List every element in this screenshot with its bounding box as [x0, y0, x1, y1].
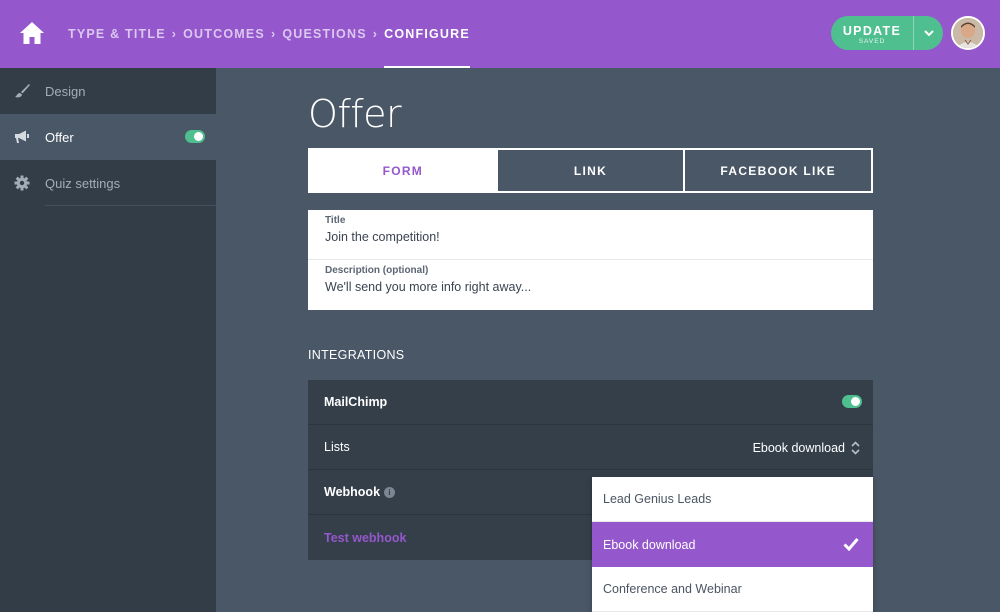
- breadcrumb: TYPE & TITLE › OUTCOMES › QUESTIONS › CO…: [68, 0, 470, 68]
- sidebar-item-label: Offer: [45, 129, 74, 145]
- breadcrumb-questions[interactable]: QUESTIONS: [282, 27, 366, 41]
- lists-selected-value: Ebook download: [752, 440, 845, 455]
- update-options-button[interactable]: [913, 16, 943, 50]
- webhook-label: Webhook: [324, 485, 381, 499]
- title-field[interactable]: Title Join the competition!: [308, 210, 873, 260]
- save-status-label: SAVED: [858, 38, 886, 45]
- breadcrumb-separator: ›: [171, 27, 178, 41]
- breadcrumb-separator: ›: [270, 27, 277, 41]
- description-field-value: We'll send you more info right away...: [325, 280, 532, 294]
- description-field-label: Description (optional): [325, 265, 429, 276]
- lists-select[interactable]: Ebook download: [753, 425, 860, 470]
- breadcrumb-type-title[interactable]: TYPE & TITLE: [68, 27, 166, 41]
- dropdown-option-selected[interactable]: Ebook download: [592, 522, 873, 567]
- home-icon[interactable]: [18, 19, 46, 47]
- sidebar-item-design[interactable]: Design: [0, 68, 216, 114]
- mailchimp-row: MailChimp: [308, 380, 873, 425]
- sidebar-item-quiz-settings[interactable]: Quiz settings: [0, 160, 216, 206]
- title-field-value: Join the competition!: [325, 230, 440, 244]
- dropdown-option-label: Lead Genius Leads: [603, 492, 712, 506]
- top-navigation-bar: TYPE & TITLE › OUTCOMES › QUESTIONS › CO…: [0, 0, 1000, 68]
- chevron-down-icon: [923, 29, 934, 36]
- tab-facebook-like[interactable]: FACEBOOK LIKE: [683, 150, 871, 191]
- tab-link[interactable]: LINK: [495, 150, 684, 191]
- dropdown-option-label: Ebook download: [603, 537, 696, 552]
- dropdown-option[interactable]: Conference and Webinar: [592, 567, 873, 612]
- lists-label: Lists: [324, 440, 350, 454]
- tab-form[interactable]: FORM: [310, 150, 496, 191]
- info-icon[interactable]: i: [384, 486, 396, 498]
- select-arrows-icon: [851, 440, 860, 455]
- breadcrumb-configure[interactable]: CONFIGURE: [384, 0, 470, 68]
- update-button[interactable]: UPDATE SAVED: [831, 16, 913, 50]
- description-field[interactable]: Description (optional) We'll send you mo…: [308, 260, 873, 310]
- checkmark-icon: [843, 538, 859, 551]
- title-field-label: Title: [325, 215, 346, 226]
- gear-icon: [14, 175, 30, 191]
- offer-type-tabs: FORM LINK FACEBOOK LIKE: [308, 148, 873, 193]
- test-webhook-link[interactable]: Test webhook: [324, 531, 406, 545]
- lists-row: Lists Ebook download: [308, 425, 873, 470]
- sidebar: Design Offer Quiz settings: [0, 68, 216, 612]
- page-title: Offer: [308, 92, 402, 136]
- sidebar-item-offer[interactable]: Offer: [0, 114, 216, 160]
- offer-toggle[interactable]: [185, 130, 205, 143]
- integrations-heading: INTEGRATIONS: [308, 348, 405, 362]
- dropdown-option[interactable]: Lead Genius Leads: [592, 477, 873, 522]
- offer-form-card: Title Join the competition! Description …: [308, 210, 873, 310]
- user-avatar[interactable]: [951, 16, 985, 50]
- paintbrush-icon: [14, 83, 30, 99]
- update-button-label: UPDATE: [842, 24, 902, 38]
- breadcrumb-separator: ›: [372, 27, 379, 41]
- megaphone-icon: [14, 129, 30, 145]
- lists-dropdown: Lead Genius Leads Ebook download Confere…: [592, 477, 873, 612]
- toggle-knob: [194, 132, 203, 141]
- sidebar-item-label: Quiz settings: [45, 175, 121, 191]
- sidebar-item-label: Design: [45, 83, 86, 99]
- mailchimp-label: MailChimp: [324, 395, 388, 409]
- mailchimp-toggle[interactable]: [842, 395, 862, 408]
- dropdown-option-label: Conference and Webinar: [603, 582, 742, 596]
- toggle-knob: [851, 397, 860, 406]
- breadcrumb-outcomes[interactable]: OUTCOMES: [183, 27, 265, 41]
